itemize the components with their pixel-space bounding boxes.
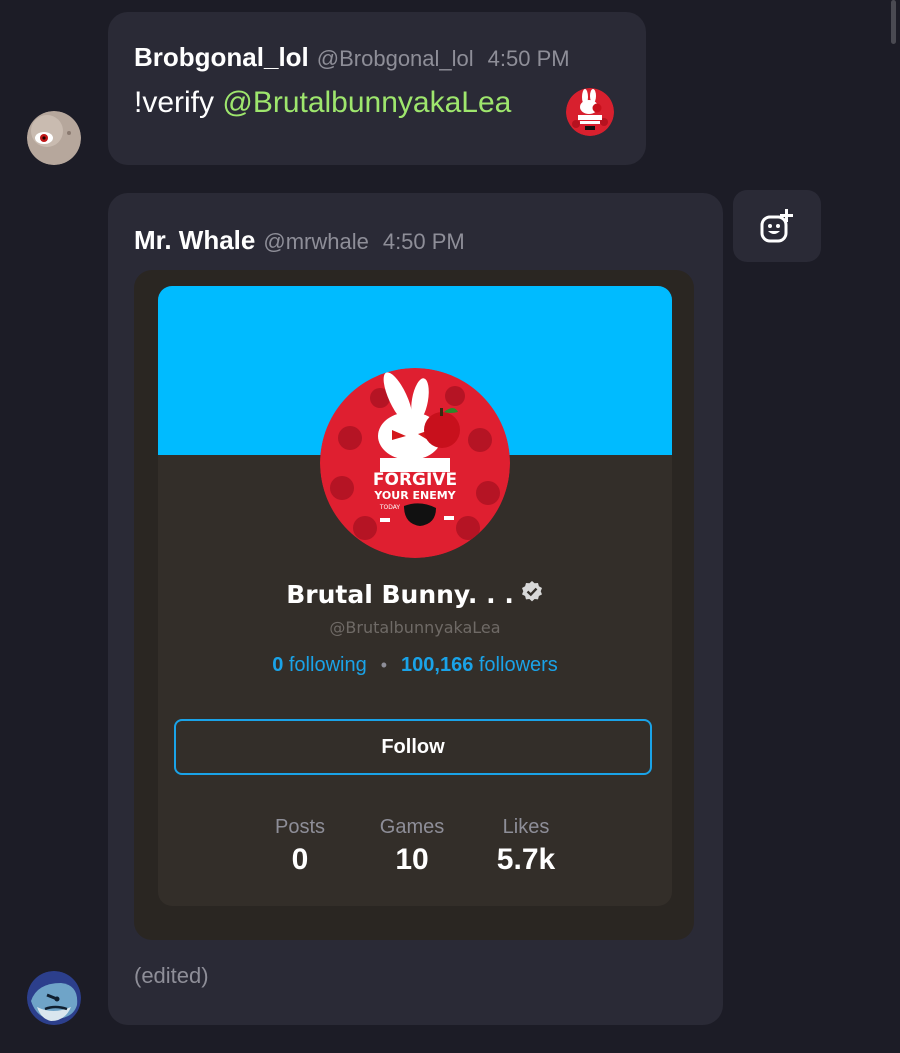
bunny-emoji-icon bbox=[566, 88, 614, 136]
add-reaction-icon bbox=[760, 209, 793, 243]
author-name[interactable]: Brobgonal_lol bbox=[134, 42, 309, 72]
avatar-text-line2: YOUR ENEMY bbox=[373, 489, 456, 502]
profile-handle: @BrutalbunnyakaLea bbox=[329, 618, 501, 637]
following-count: 0 bbox=[272, 654, 284, 676]
user-mention[interactable]: @BrutalbunnyakaLea bbox=[222, 86, 511, 119]
author-handle[interactable]: @mrwhale bbox=[263, 229, 368, 254]
message-bubble-1: Brobgonal_lol @Brobgonal_lol 4:50 PM !veri… bbox=[108, 12, 646, 165]
user-avatar-mrwhale[interactable] bbox=[27, 971, 81, 1025]
user-avatar-brobgonal[interactable] bbox=[27, 111, 81, 165]
avatar-text-line3: TODAY bbox=[379, 504, 401, 511]
scrollbar[interactable] bbox=[891, 0, 896, 44]
stat-likes: Likes 5.7k bbox=[476, 816, 576, 877]
stat-value: 0 bbox=[291, 843, 309, 876]
message-timestamp: 4:50 PM bbox=[487, 46, 570, 71]
author-handle[interactable]: @Brobgonal_lol bbox=[317, 46, 474, 71]
stat-label: Games bbox=[379, 816, 445, 838]
message-text: !verify @BrutalbunnyakaLea bbox=[134, 86, 511, 120]
profile-name-row: Brutal Bunny. . . bbox=[158, 580, 672, 609]
profile-embed: FORGIVE YOUR ENEMY TODAY Brutal Bunny. .… bbox=[134, 270, 694, 940]
message-header: Mr. Whale @mrwhale 4:50 PM bbox=[134, 225, 465, 256]
message-timestamp: 4:50 PM bbox=[382, 229, 465, 254]
stat-label: Likes bbox=[502, 816, 550, 838]
avatar-text-line1: FORGIVE bbox=[373, 470, 457, 490]
edited-label: (edited) bbox=[134, 963, 209, 988]
stat-value: 5.7k bbox=[496, 843, 556, 876]
follow-button[interactable]: Follow bbox=[174, 719, 652, 775]
follow-stats-row: 0 following • 100,166 followers bbox=[158, 654, 672, 677]
message-bubble-2: Mr. Whale @mrwhale 4:50 PM FORGIVE YOUR … bbox=[108, 193, 723, 1025]
followers-link[interactable]: 100,166 followers bbox=[401, 654, 558, 676]
stat-label: Posts bbox=[274, 816, 326, 838]
author-name[interactable]: Mr. Whale bbox=[134, 225, 255, 255]
profile-card[interactable]: FORGIVE YOUR ENEMY TODAY Brutal Bunny. .… bbox=[158, 286, 672, 906]
following-label: following bbox=[288, 654, 367, 676]
followers-count: 100,166 bbox=[401, 654, 474, 676]
verified-icon bbox=[521, 581, 542, 602]
command-text: !verify bbox=[134, 86, 215, 119]
profile-name[interactable]: Brutal Bunny. . . bbox=[286, 580, 514, 609]
following-link[interactable]: 0 following bbox=[272, 654, 367, 676]
add-reaction-button[interactable] bbox=[733, 190, 821, 262]
message-header: Brobgonal_lol @Brobgonal_lol 4:50 PM bbox=[134, 42, 570, 73]
followers-label: followers bbox=[478, 654, 558, 676]
stat-posts: Posts 0 bbox=[250, 816, 350, 877]
stat-games: Games 10 bbox=[362, 816, 462, 877]
profile-avatar[interactable]: FORGIVE YOUR ENEMY TODAY bbox=[320, 368, 510, 558]
separator-dot: • bbox=[380, 655, 388, 675]
stat-value: 10 bbox=[395, 843, 429, 876]
